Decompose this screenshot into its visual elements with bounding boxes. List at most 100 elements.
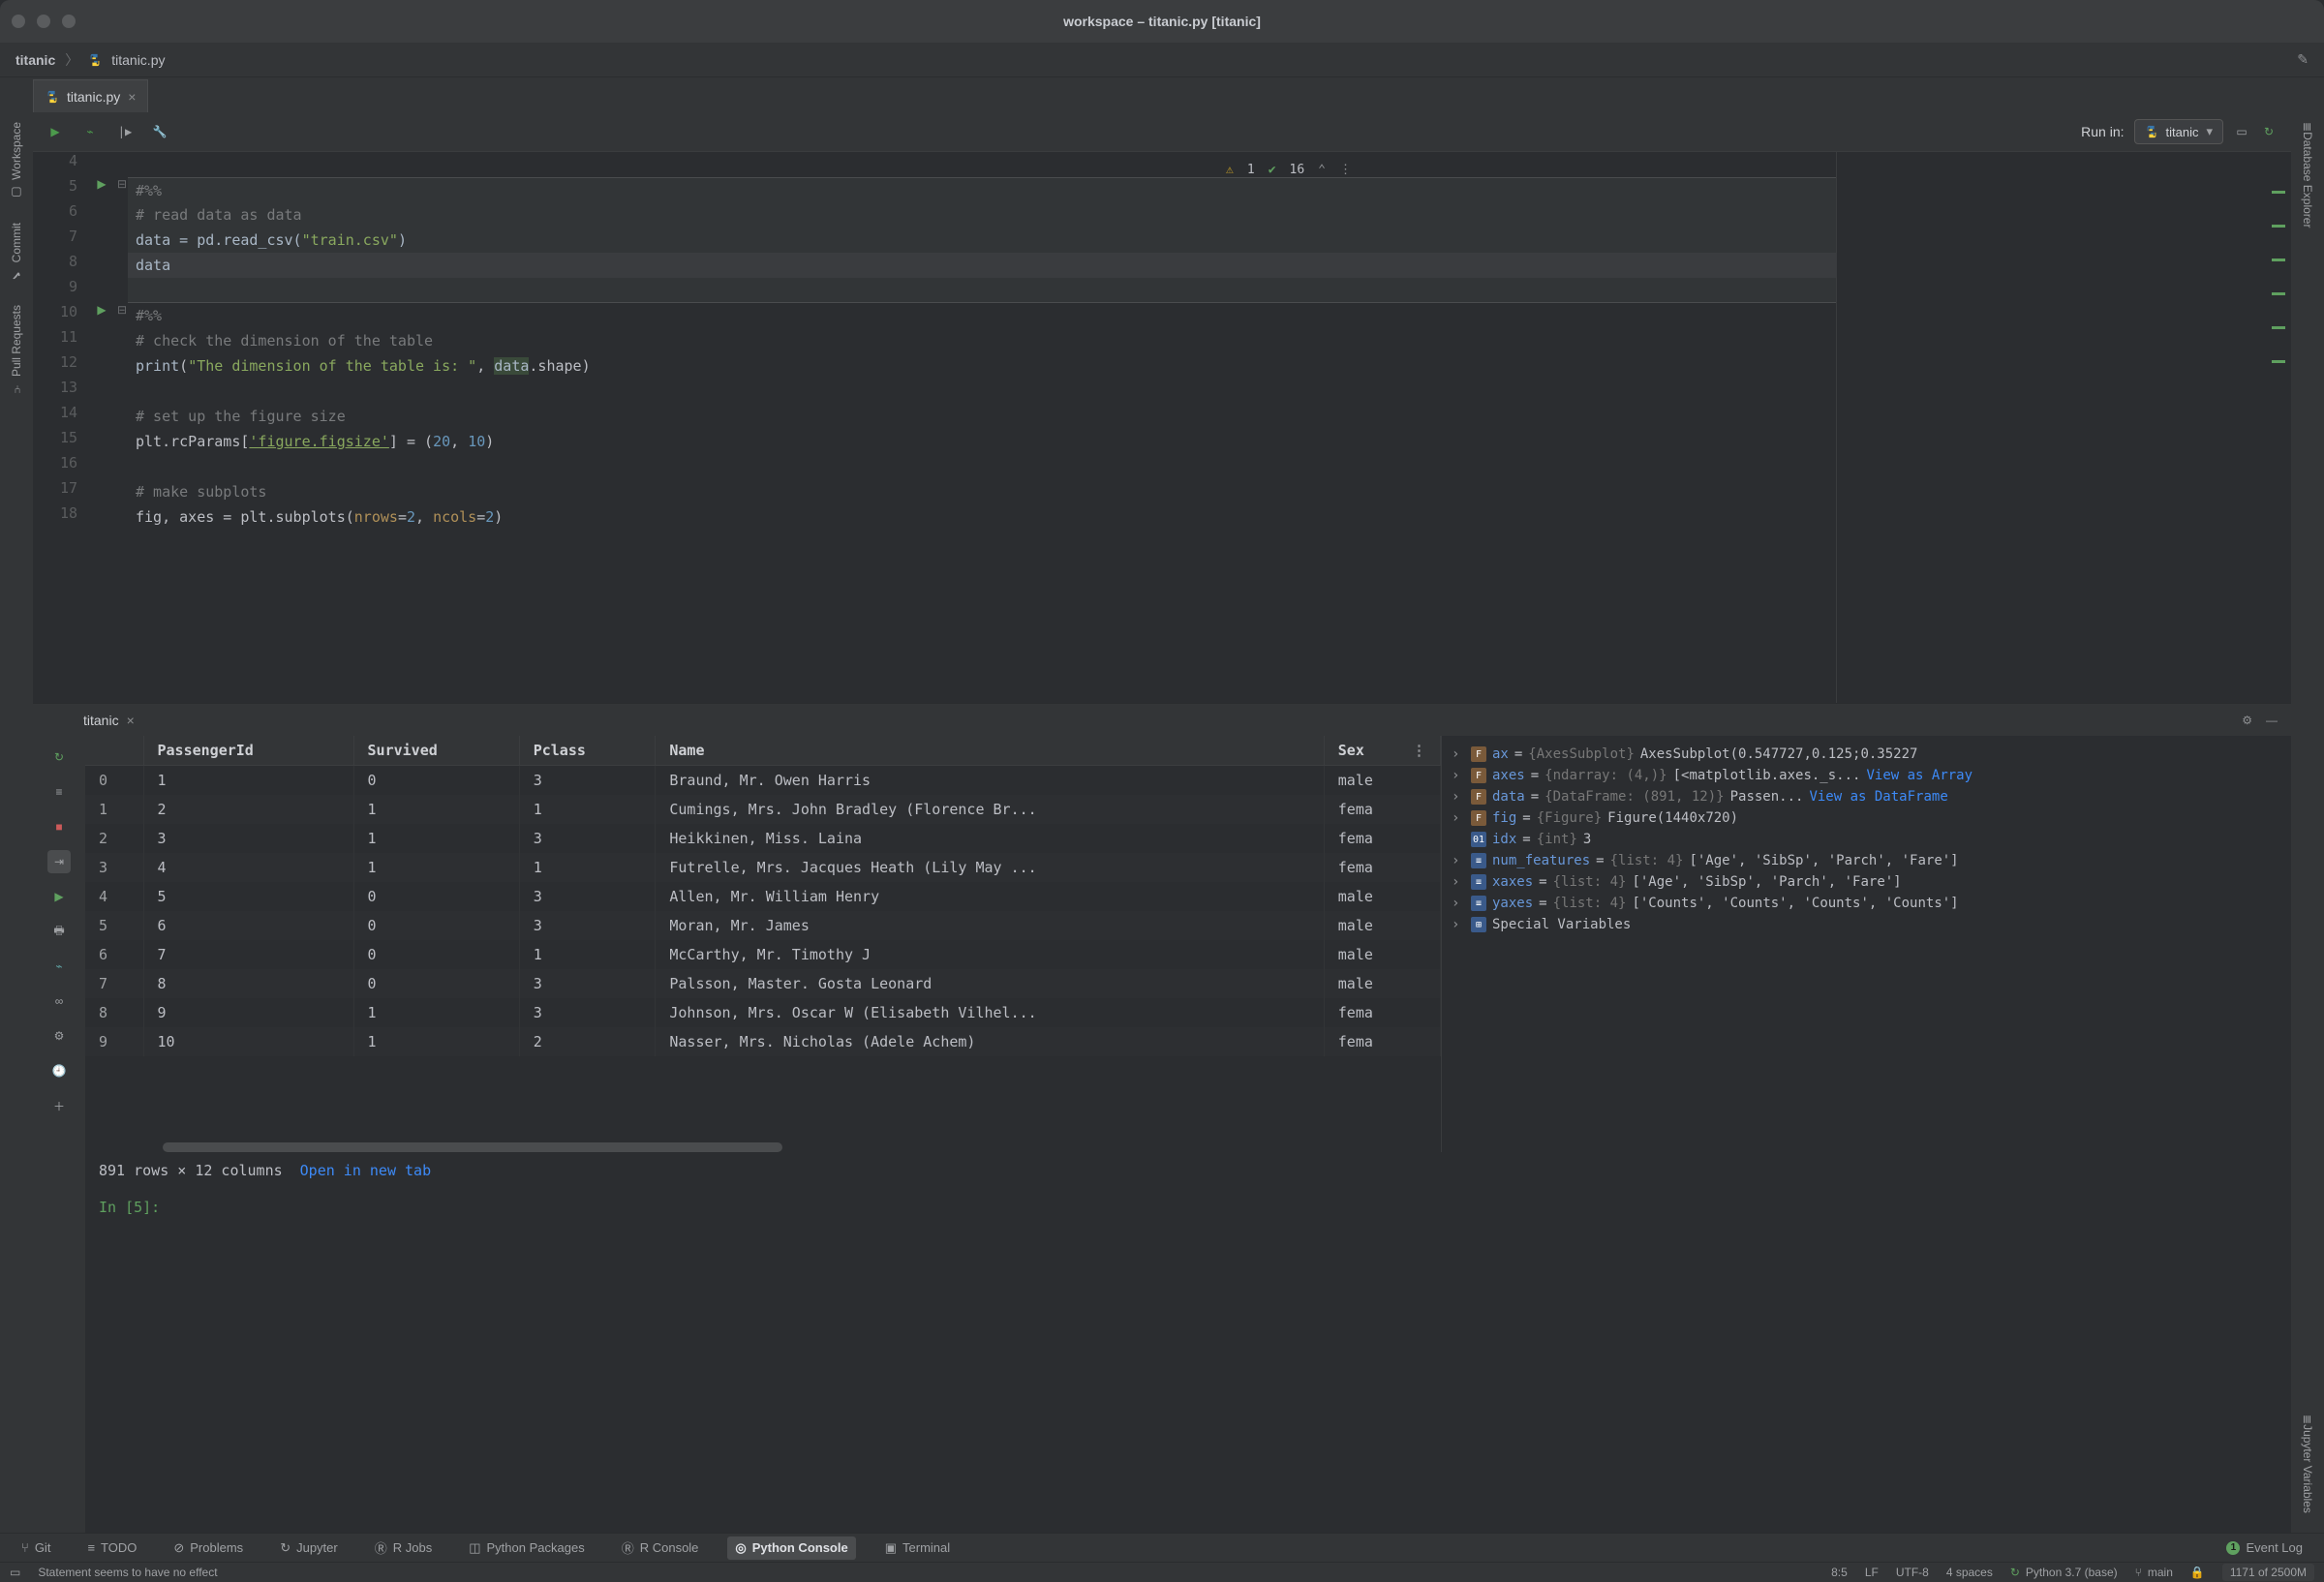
tool-workspace[interactable]: ▢Workspace — [10, 122, 23, 199]
tool-pull-requests[interactable]: ⑂Pull Requests — [10, 305, 23, 394]
infinity-icon[interactable]: ∞ — [47, 989, 71, 1013]
run-in-select[interactable]: titanic ▾ — [2134, 119, 2224, 144]
table-row[interactable]: 4503Allen, Mr. William Henrymale — [85, 882, 1441, 911]
branch-icon: ⑂ — [21, 1540, 29, 1555]
editor-toolbar: ▶ ⌁ |▶ 🔧 Run in: titanic ▾ ▭ ↻ — [33, 112, 2291, 151]
table-row[interactable]: 3411Futrelle, Mrs. Jacques Heath (Lily M… — [85, 853, 1441, 882]
close-window-dot[interactable] — [12, 15, 25, 28]
wrench-icon[interactable]: 🔧 — [151, 123, 168, 140]
file-tab-titanic[interactable]: titanic.py × — [33, 79, 148, 112]
chevron-right-icon[interactable]: › — [1452, 746, 1465, 762]
window-titlebar: workspace – titanic.py [titanic] — [0, 0, 2324, 43]
status-message: Statement seems to have no effect — [38, 1566, 217, 1579]
dataframe-viewer[interactable]: PassengerId Survived Pclass Name Sex⋮ 01… — [85, 736, 1441, 1152]
fold-gutter: ⊟ ⊟ — [116, 152, 128, 703]
refresh-icon: ↻ — [280, 1540, 290, 1556]
encoding[interactable]: UTF-8 — [1896, 1566, 1929, 1579]
debug-icon[interactable]: ⌁ — [81, 123, 99, 140]
branch-icon: ⑂ — [2135, 1566, 2142, 1579]
table-row[interactable]: 91012Nasser, Mrs. Nicholas (Adele Achem)… — [85, 1027, 1441, 1056]
horizontal-scrollbar[interactable] — [85, 1142, 1441, 1152]
cursor-position[interactable]: 8:5 — [1831, 1566, 1848, 1579]
tool-database-explorer[interactable]: ≣Database Explorer — [2301, 122, 2314, 228]
line-separator[interactable]: LF — [1865, 1566, 1879, 1579]
tab-python-packages[interactable]: ◫Python Packages — [461, 1536, 592, 1560]
close-icon[interactable]: × — [128, 89, 136, 105]
console-toolbar-left: ↻ ≡ ■ ⇥ ▶ 🖶 ⌁ ∞ ⚙ 🕘 ＋ — [33, 736, 85, 1533]
right-tool-strip: ≣Database Explorer ≣Jupyter Variables — [2291, 112, 2324, 1533]
file-tab-bar: titanic.py × — [0, 77, 2324, 112]
editor-minimap[interactable] — [1836, 152, 2291, 703]
edit-icon[interactable]: ✎ — [2297, 51, 2309, 68]
r-console-icon: Ⓡ — [622, 1538, 634, 1557]
table-row[interactable]: 0103Braund, Mr. Owen Harrismale — [85, 766, 1441, 796]
console-panel: ↻ ≡ ■ ⇥ ▶ 🖶 ⌁ ∞ ⚙ 🕘 ＋ — [33, 736, 2291, 1533]
tab-python-console[interactable]: ◎Python Console — [727, 1536, 855, 1560]
print-icon[interactable]: 🖶 — [47, 920, 71, 943]
more-icon[interactable]: ⋮ — [1412, 742, 1426, 759]
tab-jupyter[interactable]: ↻Jupyter — [272, 1536, 346, 1560]
view-as-array-link[interactable]: View as Array — [1866, 768, 1972, 783]
lock-icon[interactable]: 🔒 — [2190, 1566, 2205, 1579]
tab-problems[interactable]: ⊘Problems — [166, 1536, 251, 1560]
code-editor[interactable]: 456789101112131415161718 ▶ ▶ ⊟ ⊟ ⚠1 ✔16 — [33, 151, 2291, 703]
console-prompt[interactable]: In [5]: — [85, 1189, 2291, 1226]
gear-icon[interactable]: ⚙ — [2242, 714, 2252, 727]
stop-icon[interactable]: ■ — [47, 815, 71, 838]
tab-terminal[interactable]: ▣Terminal — [877, 1536, 958, 1560]
open-in-new-tab-link[interactable]: Open in new tab — [300, 1162, 431, 1179]
minimize-window-dot[interactable] — [37, 15, 50, 28]
code-area[interactable]: ⚠1 ✔16 ⌃ ⋮ #%% # read data as data data … — [128, 152, 1836, 703]
run-icon[interactable]: ▶ — [47, 885, 71, 908]
tab-r-console[interactable]: ⓇR Console — [614, 1535, 707, 1561]
tips-icon[interactable]: ▭ — [10, 1566, 20, 1579]
view-as-dataframe-link[interactable]: View as DataFrame — [1809, 789, 1947, 805]
debug-icon[interactable]: ⌁ — [47, 955, 71, 978]
breadcrumb: titanic 〉 titanic.py ✎ — [0, 43, 2324, 77]
memory-indicator[interactable]: 1171 of 2500M — [2222, 1564, 2314, 1581]
cell-run-gutter: ▶ ▶ — [87, 152, 116, 703]
tab-event-log[interactable]: 1Event Log — [2218, 1536, 2310, 1559]
interpreter[interactable]: ↻Python 3.7 (base) — [2010, 1566, 2118, 1579]
layout-icon[interactable]: ▭ — [2233, 123, 2250, 140]
settings-icon[interactable]: ⚙ — [47, 1024, 71, 1048]
table-row[interactable]: 6701McCarthy, Mr. Timothy Jmale — [85, 940, 1441, 969]
step-icon[interactable]: |▶ — [116, 123, 134, 140]
sync-icon[interactable]: ↻ — [2260, 123, 2278, 140]
tool-commit[interactable]: ✔Commit — [10, 223, 23, 282]
attach-debugger-icon[interactable]: ⇥ — [47, 850, 71, 873]
run-cell-icon[interactable]: ▶ — [87, 303, 116, 328]
python-file-icon — [46, 90, 59, 104]
inspection-widget[interactable]: ⚠1 ✔16 ⌃ ⋮ — [1226, 158, 1352, 183]
breadcrumb-file[interactable]: titanic.py — [111, 52, 165, 68]
table-row[interactable]: 8913Johnson, Mrs. Oscar W (Elisabeth Vil… — [85, 998, 1441, 1027]
console-tab-titanic[interactable]: titanic × — [72, 707, 146, 734]
indent[interactable]: 4 spaces — [1946, 1566, 1993, 1579]
python-console-icon: ◎ — [735, 1540, 746, 1556]
add-icon[interactable]: ＋ — [47, 1094, 71, 1117]
console-tabs: titanic × ⚙ — — [33, 703, 2291, 736]
chevron-down-icon: ▾ — [2206, 124, 2213, 139]
table-row[interactable]: 2313Heikkinen, Miss. Lainafema — [85, 824, 1441, 853]
tab-todo[interactable]: ≡TODO — [79, 1536, 144, 1559]
table-row[interactable]: 5603Moran, Mr. Jamesmale — [85, 911, 1441, 940]
tool-jupyter-variables[interactable]: ≣Jupyter Variables — [2301, 1415, 2314, 1513]
history-icon[interactable]: 🕘 — [47, 1059, 71, 1082]
minimize-icon[interactable]: — — [2266, 714, 2278, 727]
breadcrumb-project[interactable]: titanic — [15, 52, 55, 68]
chevron-up-icon[interactable]: ⌃ — [1318, 158, 1326, 183]
soft-wrap-icon[interactable]: ≡ — [47, 780, 71, 804]
git-branch[interactable]: ⑂main — [2135, 1566, 2173, 1579]
tab-git[interactable]: ⑂Git — [14, 1536, 58, 1559]
run-cell-icon[interactable]: ▶ — [87, 177, 116, 202]
run-icon[interactable]: ▶ — [46, 123, 64, 140]
variables-panel[interactable]: ›F ax = {AxesSubplot} AxesSubplot(0.5477… — [1441, 736, 2157, 1152]
folder-icon: ▢ — [10, 186, 23, 199]
more-icon[interactable]: ⋮ — [1339, 158, 1352, 183]
tab-r-jobs[interactable]: ⓇR Jobs — [367, 1535, 440, 1561]
rerun-icon[interactable]: ↻ — [47, 745, 71, 769]
table-row[interactable]: 1211Cumings, Mrs. John Bradley (Florence… — [85, 795, 1441, 824]
close-icon[interactable]: × — [127, 713, 135, 728]
maximize-window-dot[interactable] — [62, 15, 76, 28]
table-row[interactable]: 7803Palsson, Master. Gosta Leonardmale — [85, 969, 1441, 998]
